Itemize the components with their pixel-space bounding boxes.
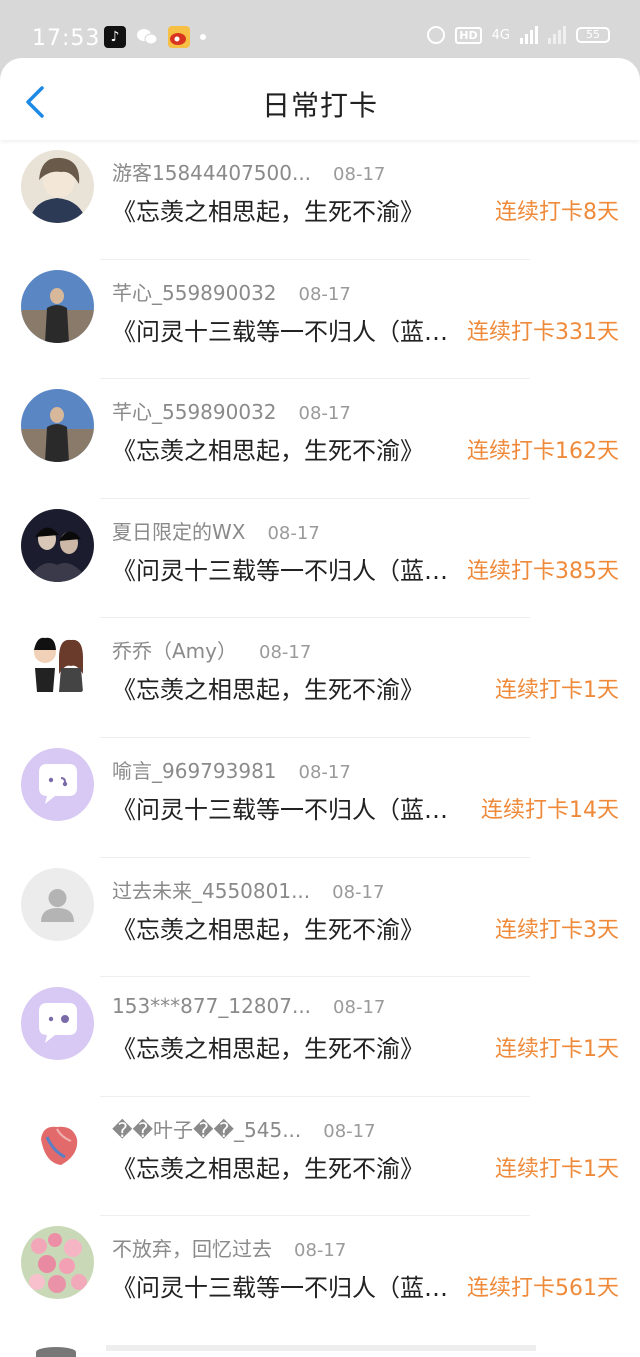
user-name: 不放弃，回忆过去 bbox=[112, 1237, 272, 1262]
user-line: ��叶子��_545... 08-17 bbox=[112, 1114, 376, 1143]
user-line: 芊心_559890032 08-17 bbox=[112, 277, 351, 306]
list-item[interactable]: 乔乔（Amy） 08-17 《忘羡之相思起，生死不渝》 连续打卡1天 bbox=[0, 618, 640, 738]
book-title: 《忘羡之相思起，生死不渝》 bbox=[112, 676, 424, 705]
user-line: 乔乔（Amy） 08-17 bbox=[112, 635, 311, 664]
user-name: 乔乔（Amy） bbox=[112, 639, 237, 664]
avatar[interactable] bbox=[21, 269, 94, 343]
nav-header: 日常打卡 bbox=[0, 58, 640, 140]
user-line: 153***877_12807... 08-17 bbox=[112, 994, 385, 1018]
checkin-date: 08-17 bbox=[259, 642, 312, 664]
list-item[interactable]: 不放弃，回忆过去 08-17 《问灵十三载等一不归人（蓝湛... 连续打卡561天 bbox=[0, 1216, 640, 1336]
book-title: 《忘羡之相思起，生死不渝》 bbox=[112, 915, 424, 944]
list-item[interactable]: 芊心_559890032 08-17 《忘羡之相思起，生死不渝》 连续打卡162天 bbox=[0, 379, 640, 499]
book-title: 《问灵十三载等一不归人（蓝湛... bbox=[112, 556, 467, 585]
checkin-date: 08-17 bbox=[298, 403, 351, 425]
checkin-list: 游客15844407500... 08-17 《忘羡之相思起，生死不渝》 连续打卡… bbox=[0, 140, 640, 1336]
status-indicators: HD 4G 55 bbox=[427, 26, 610, 44]
checkin-date: 08-17 bbox=[333, 997, 386, 1019]
user-name: 夏日限定的WX bbox=[112, 519, 246, 544]
user-line: 喻言_969793981 08-17 bbox=[112, 755, 351, 784]
book-title: 《忘羡之相思起，生死不渝》 bbox=[112, 1154, 424, 1183]
book-title: 《问灵十三载等一不归人（蓝湛... bbox=[112, 1274, 467, 1303]
user-name: 喻言_969793981 bbox=[112, 758, 277, 783]
list-item[interactable]: 喻言_969793981 08-17 《问灵十三载等一不归人（蓝湛... 连续打卡… bbox=[0, 738, 640, 858]
user-line: 芊心_559890032 08-17 bbox=[112, 396, 351, 425]
more-notifications-dot-icon bbox=[200, 34, 206, 40]
avatar[interactable] bbox=[21, 747, 94, 821]
battery-icon: 55 bbox=[576, 27, 610, 43]
list-item[interactable]: 过去未来_4550801... 08-17 《忘羡之相思起，生死不渝》 连续打卡3… bbox=[0, 858, 640, 978]
avatar[interactable] bbox=[21, 987, 94, 1061]
streak-label: 连续打卡1天 bbox=[495, 1156, 619, 1182]
list-item[interactable]: ��叶子��_545... 08-17 《忘羡之相思起，生死不渝》 连续打卡1天 bbox=[0, 1097, 640, 1217]
checkin-date: 08-17 bbox=[267, 522, 320, 544]
streak-label: 连续打卡1天 bbox=[495, 1037, 619, 1063]
checkin-date: 08-17 bbox=[298, 761, 351, 783]
user-line: 过去未来_4550801... 08-17 bbox=[112, 875, 384, 904]
checkin-date: 08-17 bbox=[323, 1120, 376, 1142]
streak-label: 连续打卡561天 bbox=[467, 1276, 619, 1302]
alarm-icon bbox=[427, 26, 446, 44]
list-item[interactable]: 游客15844407500... 08-17 《忘羡之相思起，生死不渝》 连续打卡… bbox=[0, 140, 640, 260]
avatar bbox=[36, 1347, 76, 1357]
user-name: 芊心_559890032 bbox=[112, 280, 277, 305]
next-list-item-peek bbox=[0, 1343, 640, 1357]
list-item[interactable]: 153***877_12807... 08-17 《忘羡之相思起，生死不渝》 连续… bbox=[0, 977, 640, 1097]
avatar[interactable] bbox=[21, 508, 94, 582]
checkin-date: 08-17 bbox=[298, 283, 351, 305]
book-title: 《忘羡之相思起，生死不渝》 bbox=[112, 198, 424, 226]
user-name: ��叶子��_545... bbox=[112, 1117, 302, 1142]
user-name: 游客15844407500... bbox=[112, 161, 312, 185]
signal-icon bbox=[520, 26, 538, 44]
book-title: 《忘羡之相思起，生死不渝》 bbox=[112, 1035, 424, 1064]
streak-label: 连续打卡3天 bbox=[495, 917, 619, 943]
wechat-icon bbox=[136, 26, 158, 48]
user-line: 游客15844407500... 08-17 bbox=[112, 157, 385, 186]
status-app-icons: ♪ bbox=[104, 26, 206, 48]
page-title: 日常打卡 bbox=[261, 89, 378, 122]
weibo-icon bbox=[168, 26, 190, 48]
book-title: 《问灵十三载等一不归人（蓝湛... bbox=[112, 795, 467, 824]
user-name: 153***877_12807... bbox=[112, 994, 312, 1019]
signal-2-icon bbox=[548, 26, 566, 44]
list-item[interactable]: 夏日限定的WX 08-17 《问灵十三载等一不归人（蓝湛... 连续打卡385天 bbox=[0, 499, 640, 619]
streak-label: 连续打卡162天 bbox=[467, 439, 619, 465]
streak-label: 连续打卡1天 bbox=[495, 678, 619, 704]
user-line: 夏日限定的WX 08-17 bbox=[112, 516, 320, 545]
streak-label: 连续打卡14天 bbox=[481, 797, 619, 823]
book-title: 《忘羡之相思起，生死不渝》 bbox=[112, 437, 424, 466]
avatar[interactable] bbox=[21, 389, 94, 463]
checkin-date: 08-17 bbox=[332, 881, 385, 903]
book-title: 《问灵十三载等一不归人（蓝湛... bbox=[112, 317, 467, 346]
avatar[interactable] bbox=[21, 1106, 94, 1180]
user-name: 过去未来_4550801... bbox=[112, 878, 311, 903]
avatar[interactable] bbox=[21, 1226, 94, 1300]
streak-label: 连续打卡331天 bbox=[467, 319, 619, 345]
streak-label: 连续打卡385天 bbox=[467, 558, 619, 584]
checkin-date: 08-17 bbox=[333, 164, 386, 185]
avatar[interactable] bbox=[21, 150, 94, 223]
status-time: 17:53 bbox=[32, 26, 101, 51]
streak-label: 连续打卡8天 bbox=[495, 200, 619, 225]
network-type: 4G bbox=[491, 27, 510, 43]
user-line: 不放弃，回忆过去 08-17 bbox=[112, 1233, 346, 1262]
avatar[interactable] bbox=[21, 867, 94, 941]
avatar[interactable] bbox=[21, 628, 94, 702]
list-item[interactable]: 芊心_559890032 08-17 《问灵十三载等一不归人（蓝湛... 连续打卡… bbox=[0, 260, 640, 380]
checkin-date: 08-17 bbox=[294, 1240, 347, 1262]
user-name: 芊心_559890032 bbox=[112, 400, 277, 425]
hd-badge: HD bbox=[455, 26, 482, 44]
divider bbox=[106, 1345, 536, 1351]
tiktok-icon: ♪ bbox=[104, 26, 126, 48]
